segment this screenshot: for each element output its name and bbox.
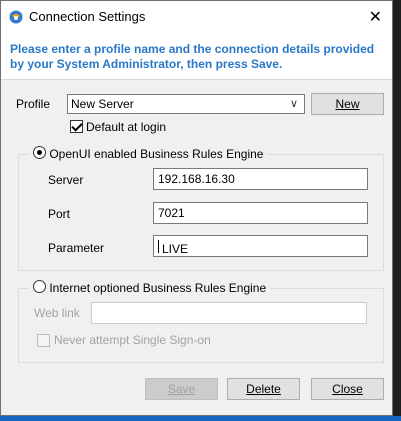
parameter-value: LIVE [162,242,189,256]
internet-group [18,288,384,363]
never-sso-label: Never attempt Single Sign-on [54,333,211,347]
parameter-label: Parameter [48,241,105,255]
title-bar: Connection Settings ✕ [1,1,392,32]
delete-button[interactable]: Delete [227,378,300,400]
delete-button-label: Delete [246,382,281,396]
save-button[interactable]: Save [145,378,218,400]
close-button-label: Close [332,382,363,396]
openui-radio-label: OpenUI enabled Business Rules Engine [49,146,264,161]
close-icon[interactable]: ✕ [369,7,382,27]
server-label: Server [48,173,84,187]
default-at-login-checkbox[interactable] [70,120,83,133]
openui-legend: OpenUI enabled Business Rules Engine [29,146,268,161]
save-button-label: Save [167,382,196,396]
instruction-text: Please enter a profile name and the conn… [10,42,375,71]
never-sso-checkbox[interactable] [37,334,50,347]
internet-radio-label: Internet optioned Business Rules Engine [49,280,267,295]
text-caret [158,240,159,254]
instruction-panel: Please enter a profile name and the conn… [1,32,392,80]
connection-settings-dialog: Connection Settings ✕ Please enter a pro… [0,0,393,416]
server-input[interactable]: 192.168.16.30 [153,168,368,190]
server-value: 192.168.16.30 [158,172,235,186]
parameter-text-wrap: LIVE [158,239,188,256]
profile-selected-value: New Server [71,97,134,111]
new-button-label: New [335,97,360,111]
weblink-input[interactable] [91,302,367,324]
app-globe-icon [9,10,23,24]
default-at-login-label: Default at login [86,120,167,134]
taskbar-strip [0,416,401,421]
internet-legend: Internet optioned Business Rules Engine [29,280,271,295]
parameter-input[interactable]: LIVE [153,235,368,257]
weblink-label: Web link [34,306,80,320]
window-title: Connection Settings [29,9,146,24]
profile-select[interactable]: New Server ∨ [67,94,305,114]
close-button[interactable]: Close [311,378,384,400]
internet-radio[interactable] [33,280,46,294]
openui-radio[interactable] [33,146,46,160]
chevron-down-icon: ∨ [289,98,298,110]
port-value: 7021 [158,206,185,220]
port-input[interactable]: 7021 [153,202,368,224]
new-profile-button[interactable]: New [311,93,384,115]
port-label: Port [48,207,71,221]
profile-label: Profile [16,97,51,111]
